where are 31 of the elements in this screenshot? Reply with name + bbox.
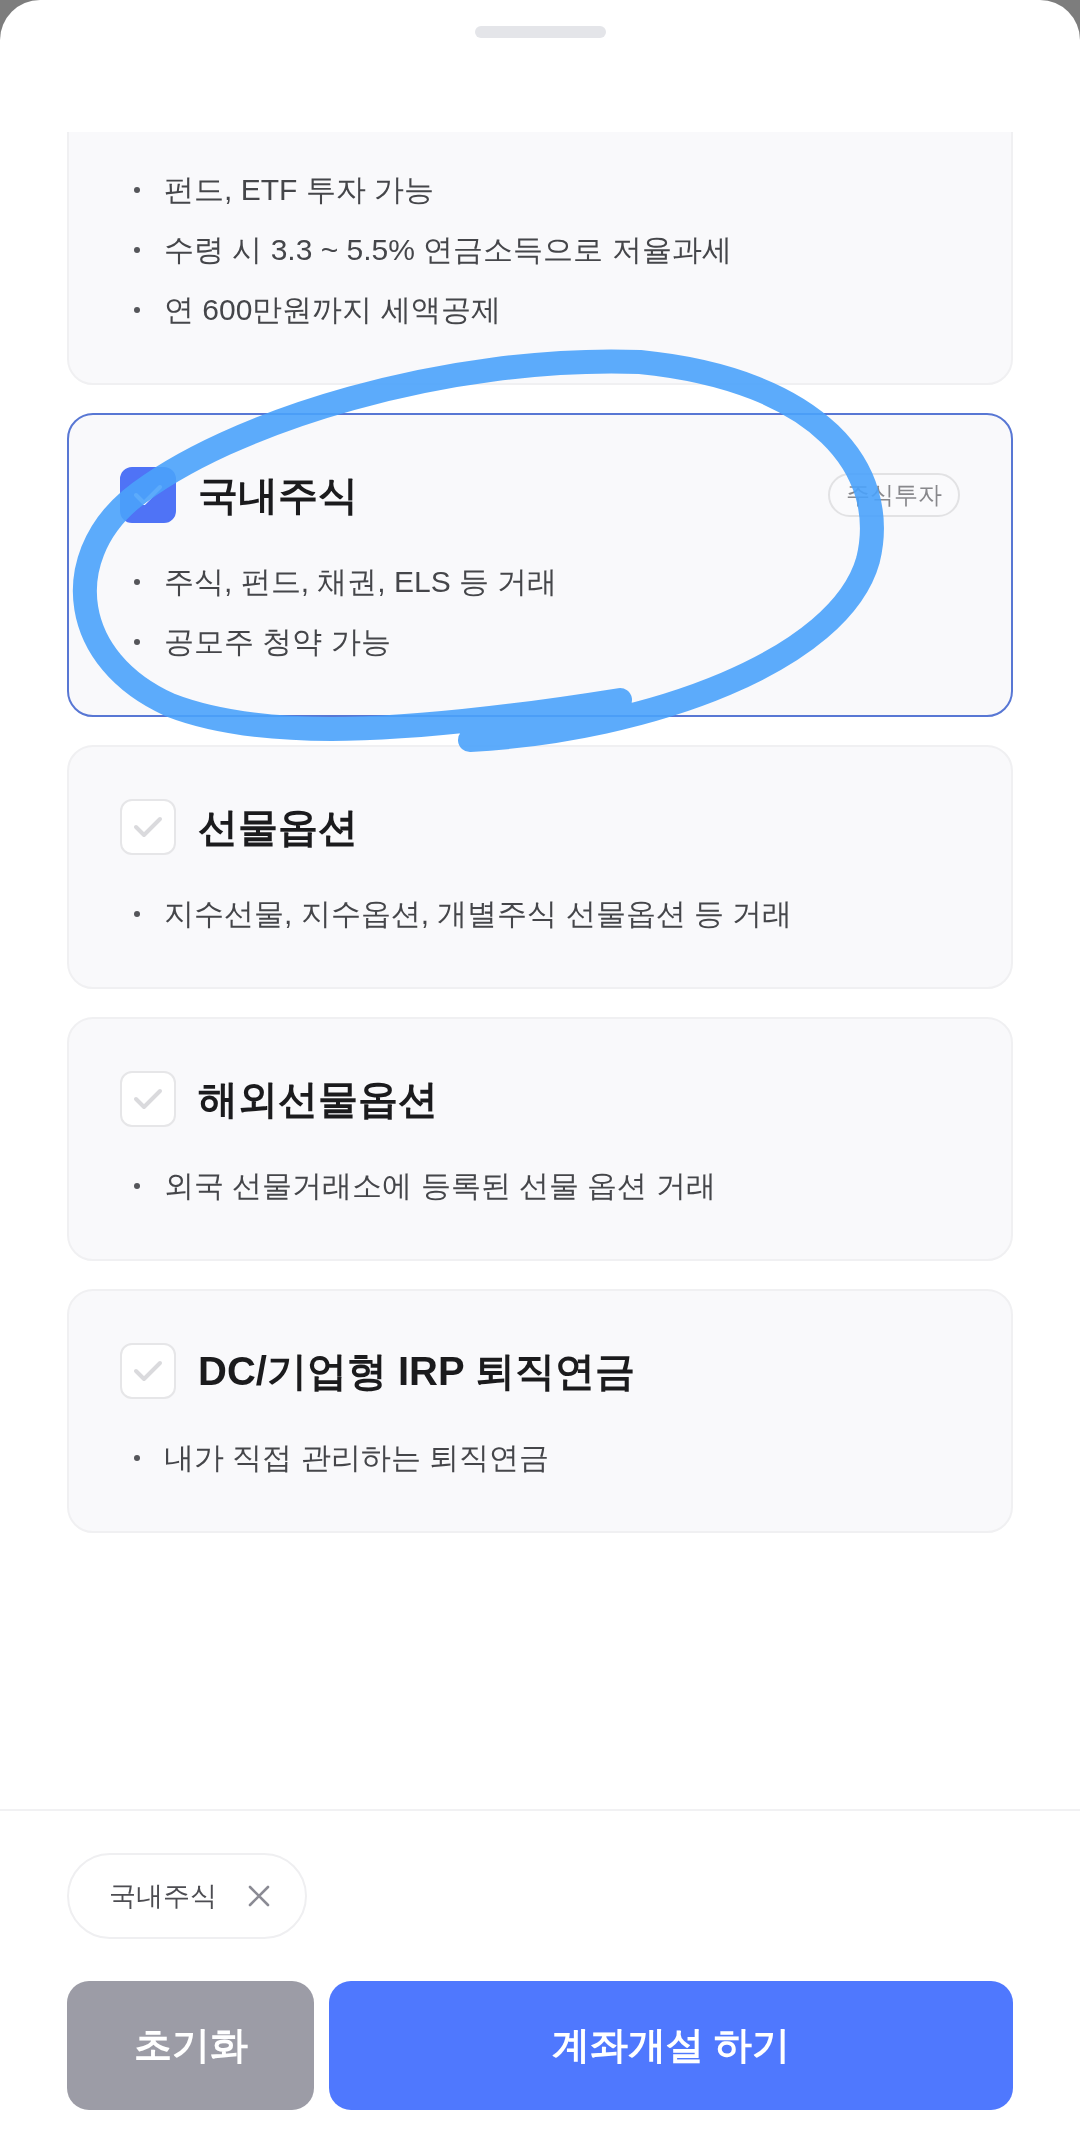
submit-button[interactable]: 계좌개설 하기	[329, 1981, 1013, 2110]
bullet-text: 수령 시 3.3 ~ 5.5% 연금소득으로 저율과세	[164, 231, 732, 268]
bullet-dot-icon	[134, 579, 140, 585]
bullet-text: 연 600만원까지 세액공제	[164, 291, 501, 328]
product-card[interactable]: DC/기업형 IRP 퇴직연금 내가 직접 관리하는 퇴직연금	[67, 1289, 1013, 1533]
bullet-dot-icon	[134, 247, 140, 253]
bullet-text: 공모주 청약 가능	[164, 623, 391, 660]
bullet-text: 펀드, ETF 투자 가능	[164, 171, 434, 208]
bullet-text: 외국 선물거래소에 등록된 선물 옵션 거래	[164, 1167, 716, 1204]
card-title: DC/기업형 IRP 퇴직연금	[198, 1348, 636, 1395]
bullet-text: 내가 직접 관리하는 퇴직연금	[164, 1439, 549, 1476]
selected-chip[interactable]: 국내주식	[67, 1853, 307, 1939]
bullet-text: 주식, 펀드, 채권, ELS 등 거래	[164, 563, 558, 600]
card-title: 해외선물옵션	[198, 1076, 438, 1123]
product-card[interactable]: 펀드, ETF 투자 가능 수령 시 3.3 ~ 5.5% 연금소득으로 저율과세 연 600만원까지 세액공제	[67, 132, 1013, 385]
bullet-dot-icon	[134, 639, 140, 645]
bullet-dot-icon	[134, 911, 140, 917]
product-card[interactable]: 선물옵션 지수선물, 지수옵션, 개별주식 선물옵션 등 거래	[67, 745, 1013, 989]
check-icon	[133, 815, 163, 839]
bullet-dot-icon	[134, 1455, 140, 1461]
check-icon	[133, 1359, 163, 1383]
check-icon	[133, 1087, 163, 1111]
bullet-dot-icon	[134, 307, 140, 313]
drag-handle[interactable]	[474, 26, 606, 38]
bullet-dot-icon	[134, 187, 140, 193]
product-card[interactable]: 해외선물옵션 외국 선물거래소에 등록된 선물 옵션 거래	[67, 1017, 1013, 1261]
bullet-dot-icon	[134, 1183, 140, 1189]
close-icon[interactable]	[247, 1884, 271, 1908]
card-title: 선물옵션	[198, 804, 358, 851]
card-title: 국내주식	[198, 472, 358, 519]
bullet-text: 지수선물, 지수옵션, 개별주식 선물옵션 등 거래	[164, 895, 793, 932]
